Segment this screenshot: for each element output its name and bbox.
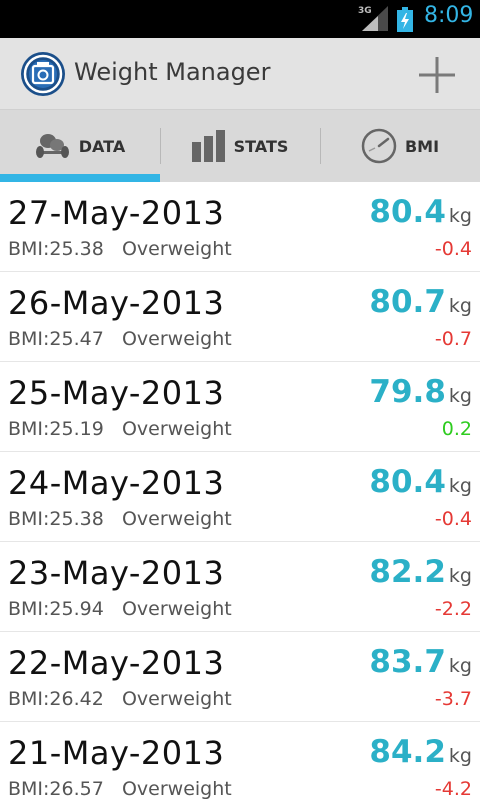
entry-date: 27-May-2013 (8, 194, 225, 232)
list-item[interactable]: 25-May-2013 BMI:25.19 Overweight 79.8 kg… (0, 362, 480, 452)
entry-bmi-value: BMI:25.38 (8, 238, 104, 260)
action-bar: Weight Manager (0, 38, 480, 110)
entry-weight: 82.2 (369, 554, 446, 590)
tab-data-label: DATA (78, 136, 126, 156)
entry-bmi: BMI:25.38 Overweight (8, 238, 232, 260)
entry-weight-block: 80.7 kg (369, 284, 472, 320)
entry-bmi-status: Overweight (121, 238, 232, 260)
battery-charging-icon (397, 7, 413, 32)
entry-weight: 80.4 (369, 194, 446, 230)
signal-icon: 3G (358, 6, 390, 32)
entry-weight-change: -3.7 (434, 688, 472, 710)
entry-bmi-status: Overweight (121, 688, 232, 710)
entry-bmi-status: Overweight (121, 328, 232, 350)
entry-bmi-value: BMI:25.38 (8, 508, 104, 530)
entry-bmi: BMI:26.42 Overweight (8, 688, 232, 710)
entry-weight-unit: kg (448, 745, 472, 767)
tab-stats[interactable]: STATS (160, 110, 320, 182)
dumbbell-icon (35, 134, 69, 158)
entry-weight: 79.8 (369, 374, 446, 410)
tab-bar: DATA STATS BMI (0, 110, 480, 182)
entry-weight-unit: kg (448, 205, 472, 227)
entry-date: 21-May-2013 (8, 734, 225, 772)
scale-app-icon[interactable] (20, 51, 66, 97)
list-item[interactable]: 21-May-2013 BMI:26.57 Overweight 84.2 kg… (0, 722, 480, 800)
tab-data[interactable]: DATA (0, 110, 160, 182)
list-item[interactable]: 23-May-2013 BMI:25.94 Overweight 82.2 kg… (0, 542, 480, 632)
entry-weight: 83.7 (369, 644, 446, 680)
entry-bmi-value: BMI:26.42 (8, 688, 104, 710)
entry-weight-block: 79.8 kg (369, 374, 472, 410)
entry-weight-unit: kg (448, 655, 472, 677)
list-item[interactable]: 24-May-2013 BMI:25.38 Overweight 80.4 kg… (0, 452, 480, 542)
entry-date: 22-May-2013 (8, 644, 225, 682)
entry-weight-change: -2.2 (434, 598, 472, 620)
entry-weight-unit: kg (448, 565, 472, 587)
gauge-icon (361, 128, 397, 164)
entry-bmi: BMI:26.57 Overweight (8, 778, 232, 800)
selected-tab-indicator (0, 174, 160, 182)
entry-bmi-status: Overweight (121, 418, 232, 440)
entry-weight-block: 83.7 kg (369, 644, 472, 680)
entry-bmi-status: Overweight (121, 598, 232, 620)
weight-entry-list[interactable]: 27-May-2013 BMI:25.38 Overweight 80.4 kg… (0, 182, 480, 800)
clock-time: 8:09 (424, 3, 474, 28)
entry-bmi-status: Overweight (121, 778, 232, 800)
entry-bmi: BMI:25.38 Overweight (8, 508, 232, 530)
entry-weight: 80.4 (369, 464, 446, 500)
entry-weight-block: 80.4 kg (369, 194, 472, 230)
entry-bmi-value: BMI:25.47 (8, 328, 104, 350)
entry-bmi: BMI:25.19 Overweight (8, 418, 232, 440)
entry-weight-block: 84.2 kg (369, 734, 472, 770)
status-bar: 3G 8:09 (0, 0, 480, 38)
entry-weight-unit: kg (448, 475, 472, 497)
entry-weight-unit: kg (448, 385, 472, 407)
entry-weight-change: -0.4 (434, 238, 472, 260)
entry-weight-unit: kg (448, 295, 472, 317)
entry-weight-change: 0.2 (441, 418, 472, 440)
entry-bmi-status: Overweight (121, 508, 232, 530)
entry-date: 23-May-2013 (8, 554, 225, 592)
entry-date: 26-May-2013 (8, 284, 225, 322)
tab-bmi[interactable]: BMI (320, 110, 480, 182)
list-item[interactable]: 22-May-2013 BMI:26.42 Overweight 83.7 kg… (0, 632, 480, 722)
entry-bmi: BMI:25.94 Overweight (8, 598, 232, 620)
tab-bmi-label: BMI (404, 136, 440, 156)
entry-weight-change: -0.7 (434, 328, 472, 350)
entry-weight-block: 82.2 kg (369, 554, 472, 590)
entry-weight-block: 80.4 kg (369, 464, 472, 500)
add-entry-button[interactable] (414, 52, 460, 98)
app-title: Weight Manager (74, 58, 271, 86)
tab-stats-label: STATS (233, 136, 289, 156)
entry-weight-change: -4.2 (434, 778, 472, 800)
entry-bmi-value: BMI:26.57 (8, 778, 104, 800)
network-type: 3G (358, 6, 372, 16)
plus-icon (419, 57, 455, 93)
entry-bmi: BMI:25.47 Overweight (8, 328, 232, 350)
entry-bmi-value: BMI:25.94 (8, 598, 104, 620)
entry-date: 25-May-2013 (8, 374, 225, 412)
entry-weight: 84.2 (369, 734, 446, 770)
entry-weight-change: -0.4 (434, 508, 472, 530)
entry-weight: 80.7 (369, 284, 446, 320)
list-item[interactable]: 27-May-2013 BMI:25.38 Overweight 80.4 kg… (0, 182, 480, 272)
list-item[interactable]: 26-May-2013 BMI:25.47 Overweight 80.7 kg… (0, 272, 480, 362)
entry-bmi-value: BMI:25.19 (8, 418, 104, 440)
entry-date: 24-May-2013 (8, 464, 225, 502)
bar-chart-icon (191, 130, 225, 162)
